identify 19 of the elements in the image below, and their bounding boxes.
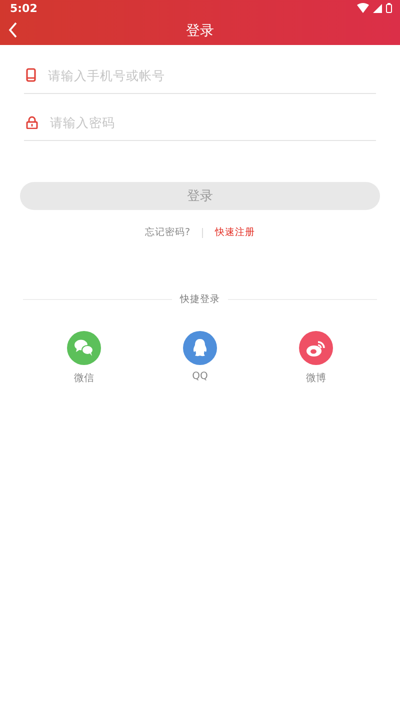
forgot-password-link[interactable]: 忘记密码?	[144, 226, 190, 239]
login-option-label: 微信	[74, 372, 94, 385]
battery-icon	[386, 3, 392, 13]
login-option-label: QQ	[192, 371, 208, 382]
phone-icon	[26, 68, 36, 82]
section-title: 快捷登录	[180, 293, 220, 306]
page-title: 登录	[186, 22, 214, 40]
wifi-icon	[357, 3, 369, 13]
status-time: 5:02	[10, 2, 38, 14]
chat-bubbles-icon[interactable]	[67, 331, 101, 365]
register-link[interactable]: 快速注册	[215, 226, 256, 239]
penguin-icon[interactable]	[183, 331, 217, 365]
signal-icon	[373, 4, 382, 12]
back-button[interactable]	[8, 22, 18, 38]
lock-icon	[26, 116, 38, 128]
input-field[interactable]: 请输入密码	[50, 114, 376, 130]
input-field[interactable]: 请输入手机号或帐号	[48, 68, 376, 82]
eye-icon[interactable]	[299, 331, 333, 365]
login-option-label: 微博	[306, 372, 326, 385]
